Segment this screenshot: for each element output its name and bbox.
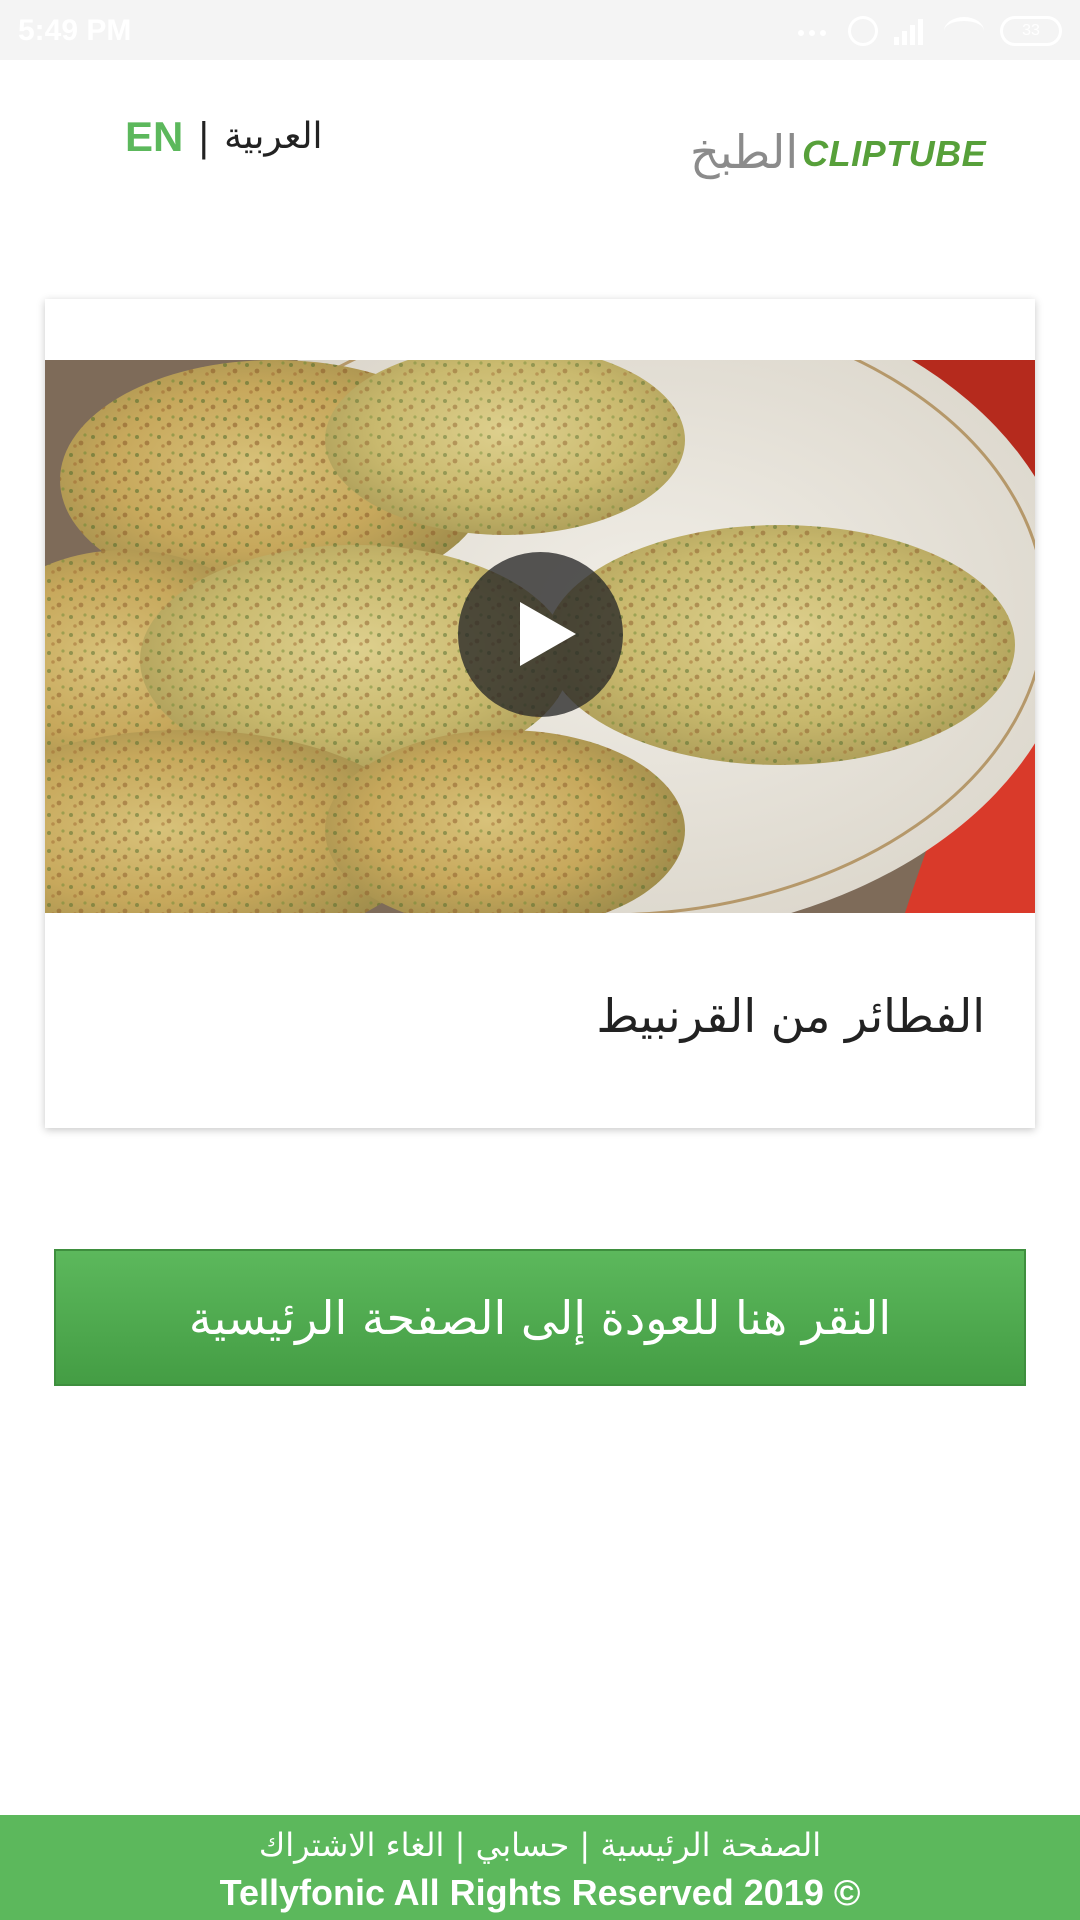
status-icons: 33 xyxy=(798,14,1062,48)
alarm-icon xyxy=(848,16,878,46)
footer-link-unsubscribe[interactable]: الغاء الاشتراك xyxy=(259,1826,445,1864)
status-bar: 5:49 PM 33 xyxy=(0,0,1080,60)
language-switch: EN | العربية xyxy=(125,112,323,162)
wifi-icon xyxy=(944,17,984,45)
lang-ar-link[interactable]: العربية xyxy=(224,112,322,162)
video-title[interactable]: الفطائر من القرنبيط xyxy=(596,989,985,1043)
back-to-home-button[interactable]: النقر هنا للعودة إلى الصفحة الرئيسية xyxy=(54,1249,1026,1386)
logo-arabic-text: الطبخ xyxy=(690,125,799,179)
status-time: 5:49 PM xyxy=(18,14,132,47)
footer-link-home[interactable]: الصفحة الرئيسية xyxy=(600,1826,821,1864)
battery-icon: 33 xyxy=(1000,16,1062,46)
signal-icon xyxy=(894,17,928,45)
video-thumbnail[interactable] xyxy=(45,360,1035,913)
play-button[interactable] xyxy=(458,552,623,717)
footer: الصفحة الرئيسية | حسابي | الغاء الاشتراك… xyxy=(0,1815,1080,1920)
site-logo[interactable]: الطبخ CLIPTUBE xyxy=(690,118,986,182)
screen: 5:49 PM 33 EN | العربية الطبخ CLIPTUBE ا… xyxy=(0,0,1080,1920)
more-dots-icon xyxy=(798,26,832,36)
video-card: الفطائر من القرنبيط xyxy=(45,299,1035,1128)
lang-en-link[interactable]: EN xyxy=(125,112,183,162)
footer-separator: | xyxy=(579,1826,591,1864)
footer-link-account[interactable]: حسابي xyxy=(476,1826,570,1864)
footer-copyright: Tellyfonic All Rights Reserved 2019 © xyxy=(219,1872,861,1913)
footer-links: الصفحة الرئيسية | حسابي | الغاء الاشتراك xyxy=(0,1825,1080,1865)
logo-english-text: CLIPTUBE xyxy=(802,133,987,174)
footer-separator: | xyxy=(454,1826,466,1864)
lang-separator: | xyxy=(197,115,211,159)
play-icon xyxy=(520,602,576,666)
